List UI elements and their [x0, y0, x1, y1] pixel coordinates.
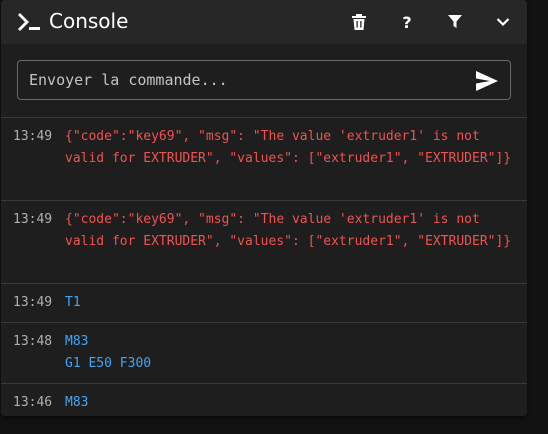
- panel-title: Console: [49, 9, 129, 33]
- log-timestamp: 13:49: [13, 129, 53, 144]
- log-timestamp: 13:48: [13, 334, 53, 349]
- help-icon: ?: [402, 12, 412, 32]
- console-prompt-icon: [18, 13, 40, 31]
- log-message: G1 E50 F300: [65, 356, 152, 371]
- command-input[interactable]: [29, 61, 459, 99]
- console-header: Console ?: [1, 0, 527, 44]
- chevron-down-icon: [496, 18, 510, 27]
- log-message: M83: [65, 395, 89, 410]
- trash-icon: [352, 14, 366, 30]
- log-message: T1: [65, 295, 81, 310]
- divider: [1, 117, 527, 118]
- log-timestamp: 13:46: [13, 395, 53, 410]
- divider: [1, 200, 527, 201]
- console-panel: Console ? Envoyer la commande... 13:49 {…: [1, 0, 527, 416]
- send-icon: [476, 71, 498, 91]
- command-field: [17, 60, 511, 100]
- help-button[interactable]: ?: [393, 10, 421, 34]
- divider: [1, 383, 527, 384]
- send-button[interactable]: [474, 69, 500, 93]
- clear-log-button[interactable]: [345, 10, 373, 34]
- collapse-button[interactable]: [489, 10, 517, 34]
- log-message: {"code":"key69", "msg": "The value 'extr…: [65, 129, 512, 166]
- divider: [1, 283, 527, 284]
- log-timestamp: 13:49: [13, 212, 53, 227]
- filter-button[interactable]: [441, 10, 469, 34]
- log-timestamp: 13:49: [13, 295, 53, 310]
- filter-icon: [448, 15, 462, 28]
- log-message: {"code":"key69", "msg": "The value 'extr…: [65, 212, 512, 249]
- log-message: M83: [65, 334, 89, 349]
- divider: [1, 322, 527, 323]
